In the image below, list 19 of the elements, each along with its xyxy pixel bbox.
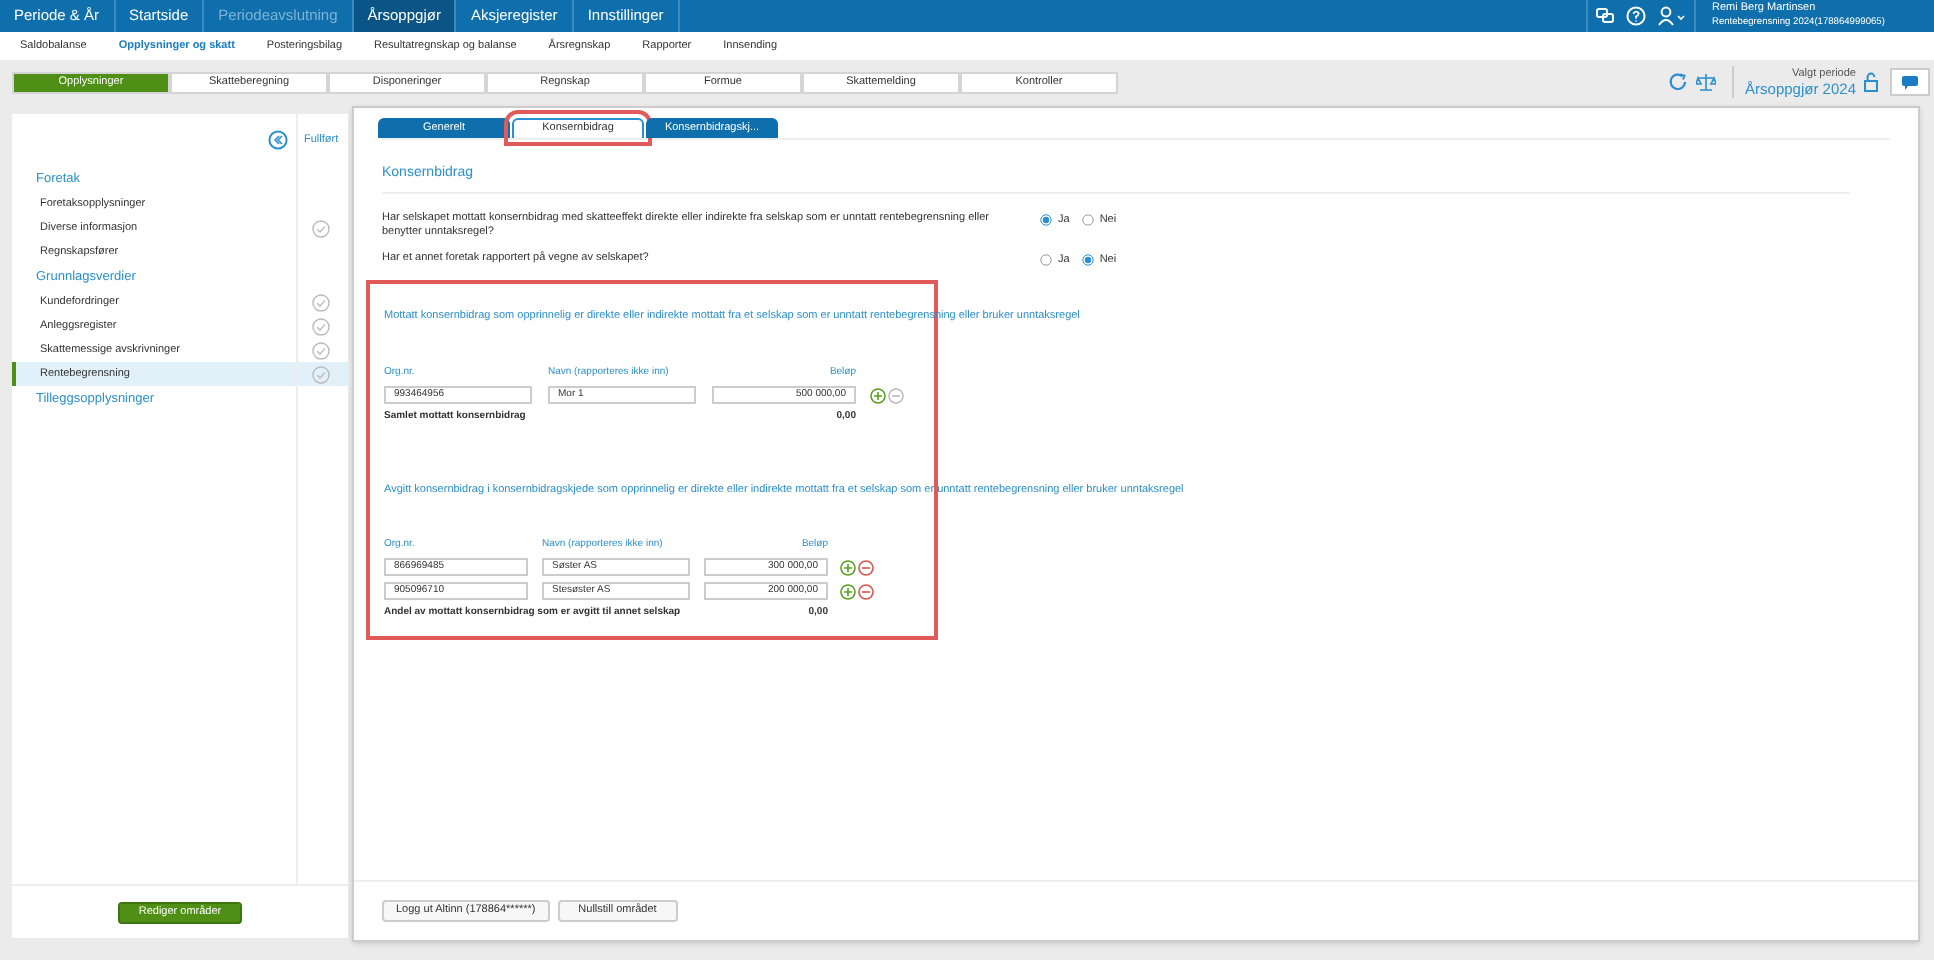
user-icon[interactable] [1658, 6, 1686, 26]
add-icon[interactable] [840, 583, 856, 600]
refresh-icon[interactable] [1667, 72, 1688, 92]
remove-icon[interactable] [858, 559, 874, 576]
remove-icon[interactable] [888, 387, 904, 403]
remove-icon[interactable] [858, 583, 874, 600]
chat-button[interactable] [1890, 68, 1930, 96]
radio-button[interactable] [1081, 254, 1094, 267]
add-icon[interactable] [840, 559, 856, 576]
radio-button[interactable] [1040, 254, 1052, 267]
collapse-icon[interactable] [268, 130, 288, 150]
lock-icon[interactable] [1864, 72, 1878, 92]
chat-icon[interactable] [1596, 8, 1614, 24]
help-icon[interactable] [1626, 6, 1646, 26]
add-icon[interactable] [870, 387, 886, 403]
chat-bubble-icon [1902, 75, 1918, 89]
radio-button[interactable] [1081, 214, 1094, 227]
radio-button[interactable] [1040, 214, 1052, 227]
scale-icon[interactable] [1695, 72, 1716, 92]
